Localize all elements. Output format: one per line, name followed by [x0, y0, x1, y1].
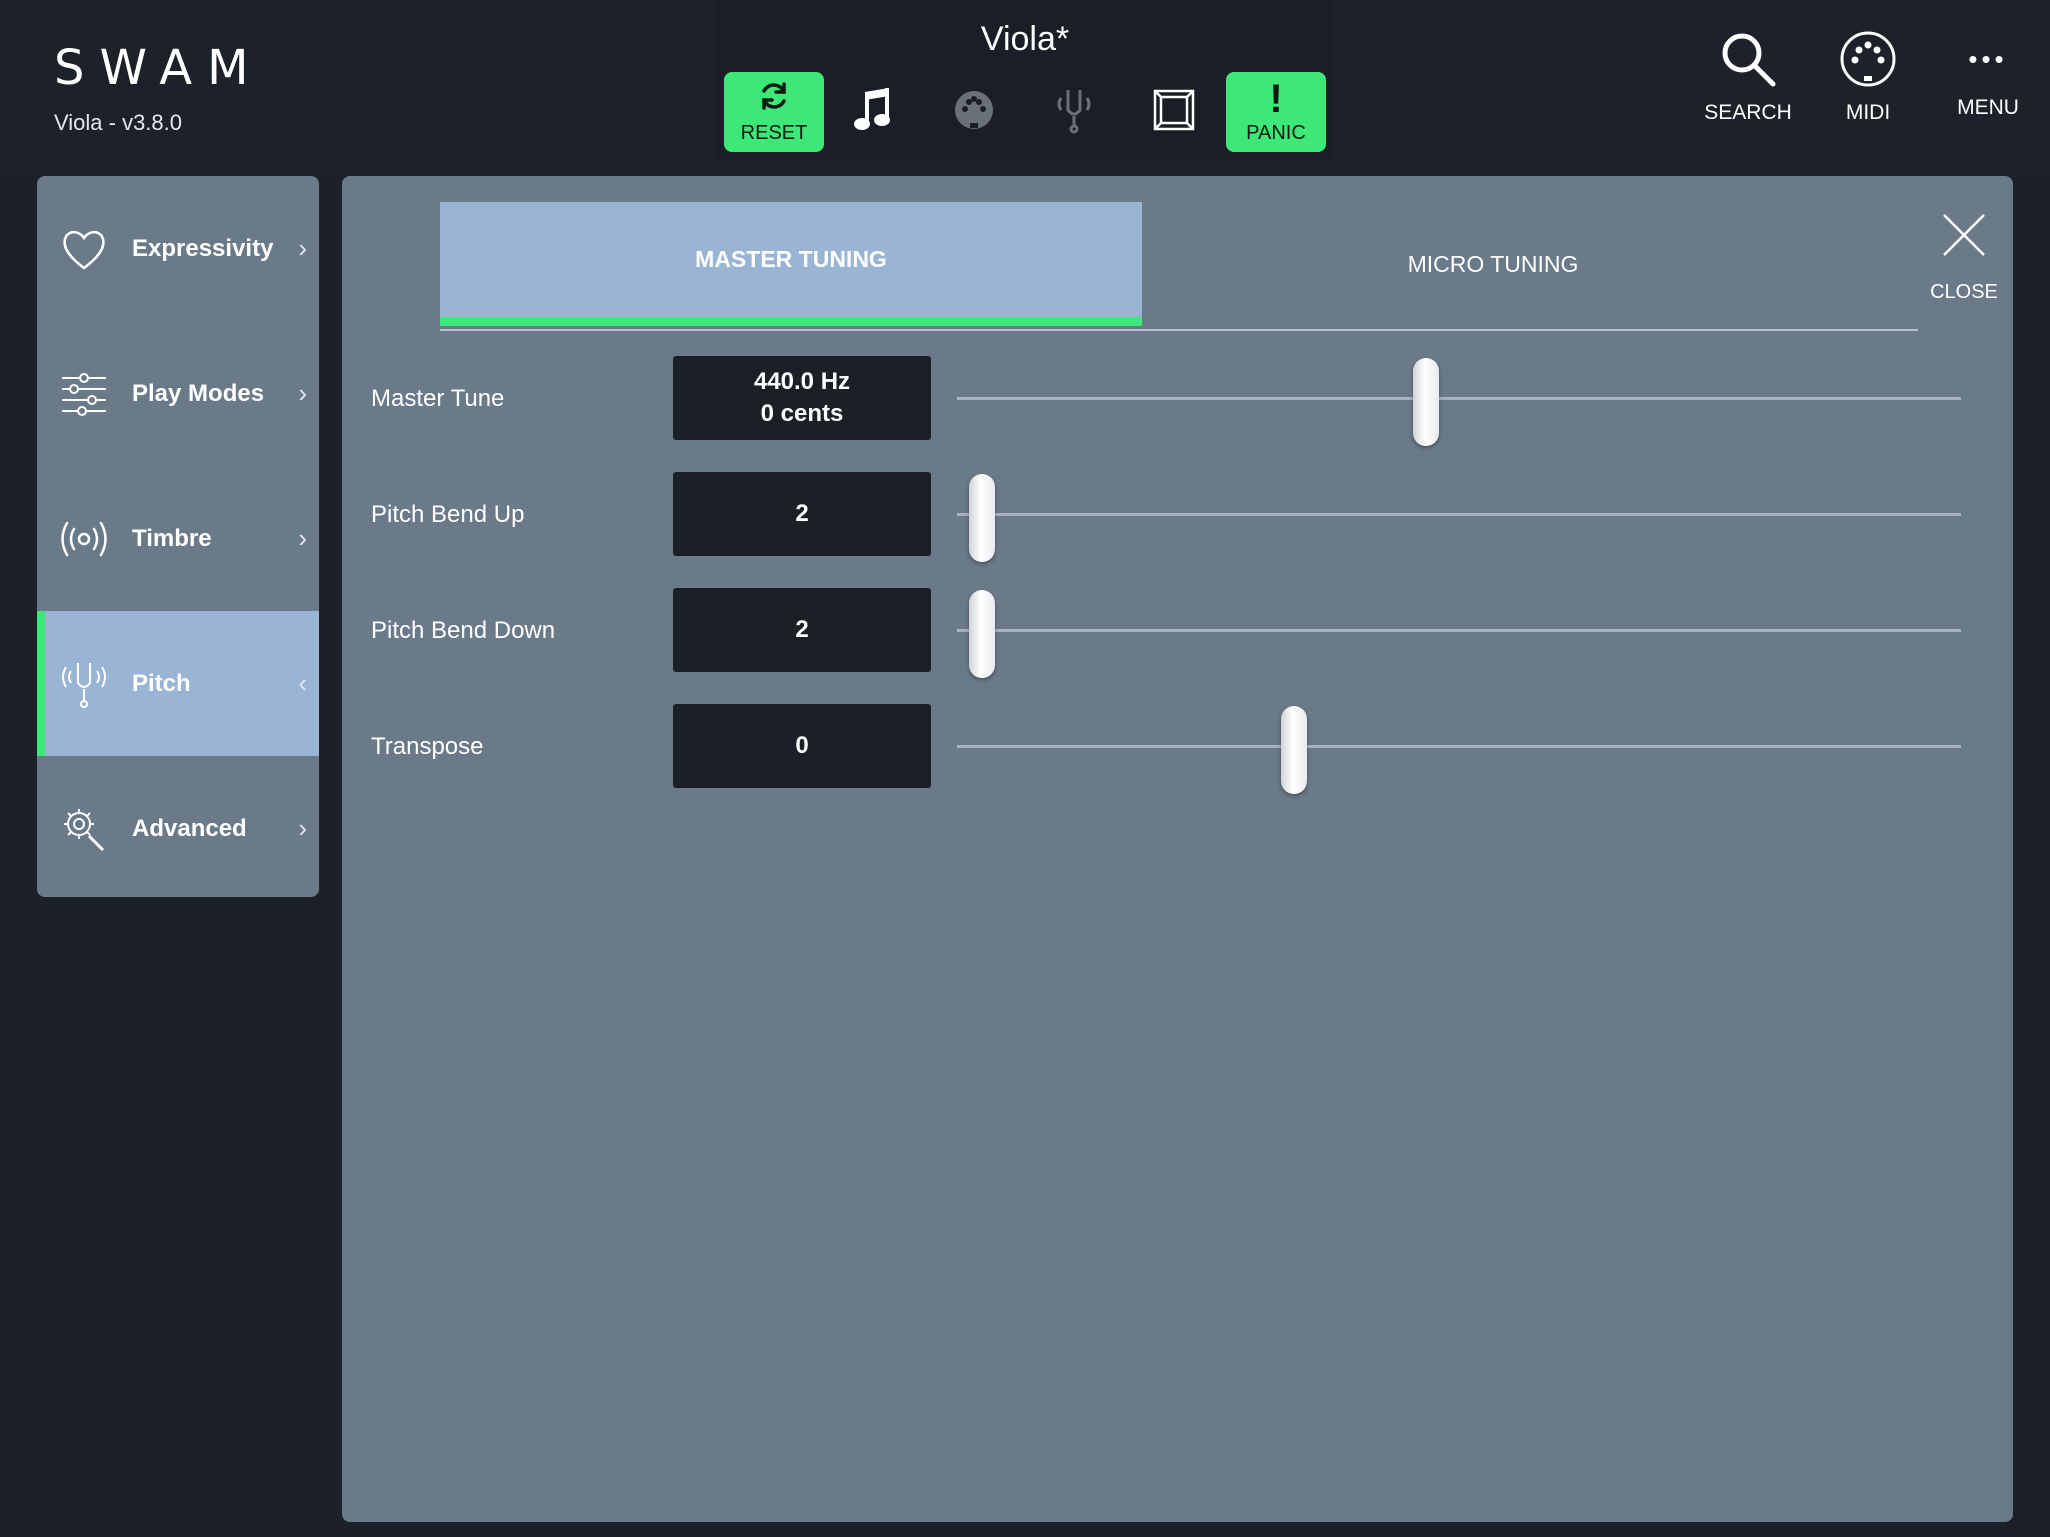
chevron-right-icon: ›: [298, 813, 307, 843]
active-indicator: [37, 611, 45, 756]
tab-bar: MASTER TUNING MICRO TUNING: [440, 202, 1918, 326]
sliders-icon: [59, 369, 109, 419]
preset-title[interactable]: Viola*: [716, 20, 1334, 59]
heart-icon: [59, 224, 109, 274]
fullscreen-button[interactable]: [1124, 72, 1224, 152]
search-label: SEARCH: [1704, 101, 1792, 124]
midi-port-icon: [952, 88, 996, 137]
close-button[interactable]: CLOSE: [1914, 212, 2014, 322]
sidebar-item-pitch[interactable]: Pitch ‹: [37, 611, 319, 756]
param-label: Master Tune: [371, 385, 505, 412]
pitch-bend-up-row: Pitch Bend Up 2: [342, 472, 2013, 562]
midi-mode-button[interactable]: [924, 72, 1024, 152]
chevron-right-icon: ›: [298, 233, 307, 263]
pitch-bend-down-row: Pitch Bend Down 2: [342, 588, 2013, 678]
sidebar-item-label: Pitch: [132, 669, 191, 697]
radio-waves-icon: [59, 514, 109, 564]
tuning-fork-icon: [1052, 86, 1096, 139]
midi-icon: [1839, 30, 1897, 93]
search-icon: [1719, 30, 1777, 93]
master-tune-value[interactable]: 440.0 Hz 0 cents: [673, 356, 931, 440]
reset-button[interactable]: RESET: [724, 72, 824, 152]
sidebar-item-label: Expressivity: [132, 234, 274, 262]
value-hz: 440.0 Hz: [753, 368, 851, 395]
param-label: Transpose: [371, 733, 484, 760]
master-tune-row: Master Tune 440.0 Hz 0 cents: [342, 356, 2013, 446]
pitch-bend-down-slider-thumb[interactable]: [969, 590, 995, 678]
more-dots-icon: •••: [1968, 43, 2008, 74]
menu-label: MENU: [1957, 96, 2019, 119]
panic-button[interactable]: ! PANIC: [1226, 72, 1326, 152]
sidebar-item-timbre[interactable]: Timbre ›: [37, 466, 319, 611]
chevron-right-icon: ›: [298, 523, 307, 553]
pitch-bend-up-slider-track[interactable]: [957, 513, 1961, 516]
close-label: CLOSE: [1930, 281, 1998, 303]
param-label: Pitch Bend Up: [371, 501, 525, 528]
brand-logo: SWAM: [54, 40, 264, 96]
chevron-left-icon: ‹: [298, 668, 307, 698]
tab-master-tuning[interactable]: MASTER TUNING: [440, 202, 1142, 326]
panic-label: PANIC: [1246, 121, 1306, 144]
value-text: 0: [795, 732, 809, 759]
header: SWAM Viola - v3.8.0 Viola* RESET ! PANIC…: [0, 0, 2050, 170]
refresh-icon: [757, 79, 791, 118]
pitch-bend-up-slider-thumb[interactable]: [969, 474, 995, 562]
midi-label: MIDI: [1845, 101, 1891, 124]
sidebar-item-advanced[interactable]: Advanced ›: [37, 756, 319, 897]
sidebar-item-label: Play Modes: [132, 379, 265, 407]
pitch-bend-down-value[interactable]: 2: [673, 588, 931, 672]
frame-icon: [1152, 88, 1196, 137]
midi-button[interactable]: MIDI: [1808, 30, 1928, 150]
tuning-fork-icon: [59, 659, 109, 709]
tab-micro-tuning[interactable]: MICRO TUNING: [1142, 202, 1844, 326]
music-note-icon: [852, 86, 896, 139]
exclamation-icon: !: [1269, 76, 1283, 121]
sidebar-item-play-modes[interactable]: Play Modes ›: [37, 321, 319, 466]
tab-divider: [440, 329, 1918, 331]
version-label: Viola - v3.8.0: [54, 110, 183, 135]
tuning-button[interactable]: [1024, 72, 1124, 152]
sidebar-item-expressivity[interactable]: Expressivity ›: [37, 176, 319, 321]
center-toolbar: Viola* RESET ! PANIC: [716, 0, 1334, 160]
pitch-bend-down-slider-track[interactable]: [957, 629, 1961, 632]
value-text: 2: [795, 616, 809, 643]
param-label: Pitch Bend Down: [371, 617, 556, 644]
close-icon: [1941, 212, 1987, 263]
chevron-right-icon: ›: [298, 378, 307, 408]
sidebar: Expressivity › Play Modes › Timbre › Pit…: [37, 176, 319, 897]
transpose-slider-track[interactable]: [957, 745, 1961, 748]
transpose-slider-thumb[interactable]: [1280, 706, 1307, 794]
transpose-row: Transpose 0: [342, 704, 2013, 794]
value-text: 2: [795, 500, 809, 527]
sidebar-item-label: Advanced: [132, 814, 247, 842]
pitch-panel: MASTER TUNING MICRO TUNING CLOSE Master …: [342, 176, 2013, 1522]
reset-label: RESET: [740, 122, 808, 144]
transpose-value[interactable]: 0: [673, 704, 931, 788]
master-tune-slider-thumb[interactable]: [1412, 358, 1439, 446]
gear-search-icon: [59, 804, 109, 854]
value-cents: 0 cents: [760, 400, 844, 427]
master-tune-slider-track[interactable]: [957, 397, 1961, 400]
sidebar-item-label: Timbre: [132, 524, 212, 552]
music-note-button[interactable]: [824, 72, 924, 152]
search-button[interactable]: SEARCH: [1688, 30, 1808, 150]
menu-button[interactable]: ••• MENU: [1928, 30, 2048, 150]
pitch-bend-up-value[interactable]: 2: [673, 472, 931, 556]
